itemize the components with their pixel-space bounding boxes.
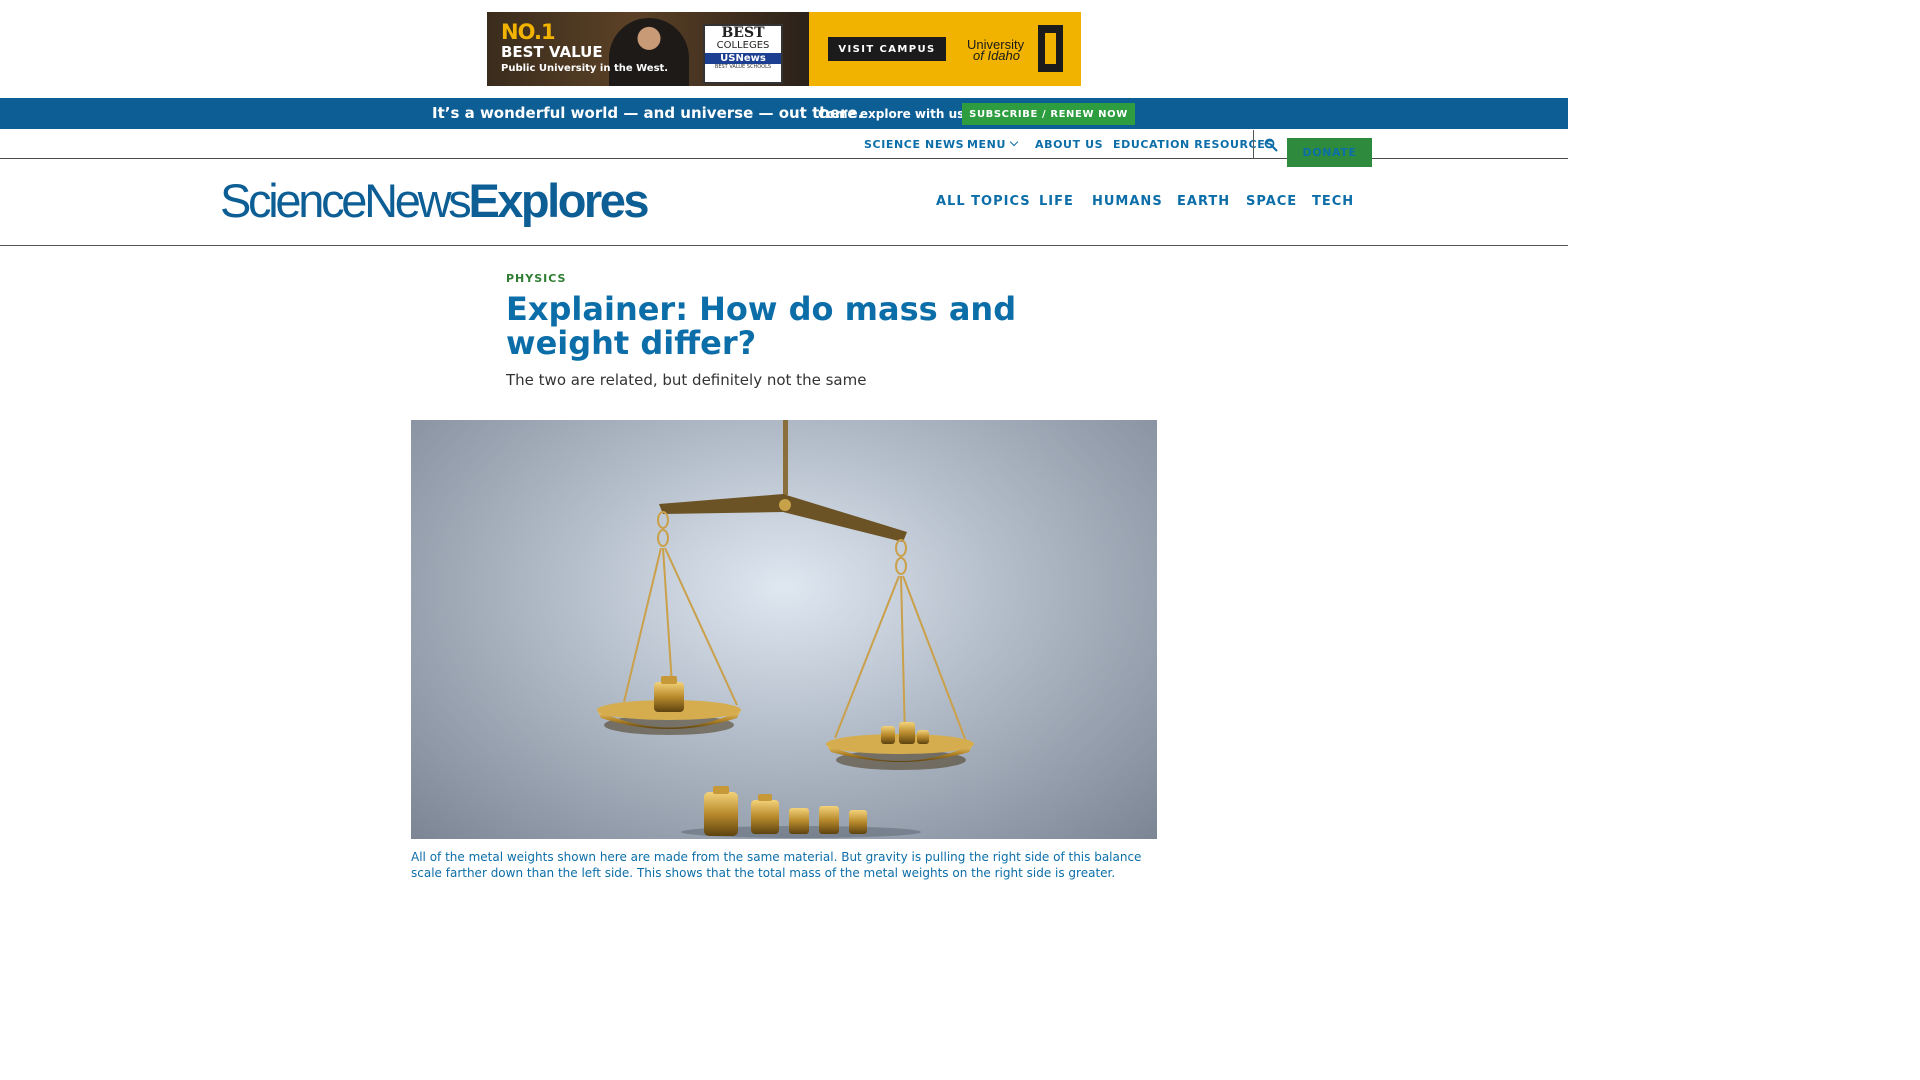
site-header: ScienceNewsExplores ALL TOPICS LIFE HUMA… xyxy=(0,159,1568,246)
logo-sciencenews: ScienceNews xyxy=(220,174,472,227)
promo-message: It’s a wonderful world — and universe — … xyxy=(432,104,864,122)
hero-image-caption: All of the metal weights shown here are … xyxy=(411,850,1142,880)
nav-menu-label: MENU xyxy=(967,138,1006,151)
nav-life[interactable]: LIFE xyxy=(1039,194,1074,209)
nav-science-news[interactable]: SCIENCE NEWS xyxy=(864,138,964,151)
ad-idaho-i-logo xyxy=(1038,25,1063,72)
nav-all-topics[interactable]: ALL TOPICS xyxy=(936,194,1031,209)
nav-education-resources[interactable]: EDUCATION RESOURCES xyxy=(1113,138,1274,151)
nav-menu[interactable]: MENU xyxy=(967,137,1019,151)
ad-best-colleges-badge: BEST COLLEGES USNews BEST VALUE SCHOOLS xyxy=(703,24,783,84)
chevron-down-icon xyxy=(1009,137,1019,147)
article-category[interactable]: PHYSICS xyxy=(506,272,566,285)
advertisement-banner[interactable]: NO.1 BEST VALUE Public University in the… xyxy=(487,12,1081,86)
ad-headline-sub: Public University in the West. xyxy=(501,63,669,74)
logo-explores: Explores xyxy=(468,174,649,227)
ad-headline-best: BEST VALUE xyxy=(501,43,603,61)
nav-about-us[interactable]: ABOUT US xyxy=(1035,138,1103,151)
ad-student-image xyxy=(609,18,689,86)
nav-space[interactable]: SPACE xyxy=(1246,194,1297,209)
ad-gold-panel: VISIT CAMPUS University of Idaho xyxy=(809,12,1081,86)
badge-small: BEST VALUE SCHOOLS xyxy=(714,64,772,70)
hero-image-balance-scale xyxy=(411,420,1157,839)
search-icon xyxy=(1264,138,1278,152)
nav-tech[interactable]: TECH xyxy=(1312,194,1354,209)
nav-earth[interactable]: EARTH xyxy=(1177,194,1230,209)
utility-nav: SCIENCE NEWS MENU ABOUT US EDUCATION RES… xyxy=(0,130,1568,167)
promo-sub: Come explore with us! xyxy=(818,107,970,121)
search-button[interactable] xyxy=(1253,130,1287,159)
promo-bar: It’s a wonderful world — and universe — … xyxy=(0,98,1568,129)
badge-line2: COLLEGES xyxy=(716,40,770,51)
ad-visit-campus-button[interactable]: VISIT CAMPUS xyxy=(828,37,946,61)
badge-brand: USNews xyxy=(705,53,781,64)
subscribe-button[interactable]: SUBSCRIBE / RENEW NOW xyxy=(962,103,1135,125)
nav-humans[interactable]: HUMANS xyxy=(1092,194,1163,209)
ad-university-line2: of Idaho xyxy=(973,48,1020,63)
balance-scale-illustration xyxy=(597,420,974,838)
ad-university-logo: University of Idaho xyxy=(967,38,1024,63)
ad-photo: NO.1 BEST VALUE Public University in the… xyxy=(487,12,809,86)
badge-line1: BEST xyxy=(721,25,765,41)
site-logo[interactable]: ScienceNewsExplores xyxy=(220,173,649,229)
article-title: Explainer: How do mass and weight differ… xyxy=(506,290,1017,362)
ad-headline-no1: NO.1 xyxy=(501,20,556,44)
article-dek: The two are related, but definitely not … xyxy=(506,371,867,389)
